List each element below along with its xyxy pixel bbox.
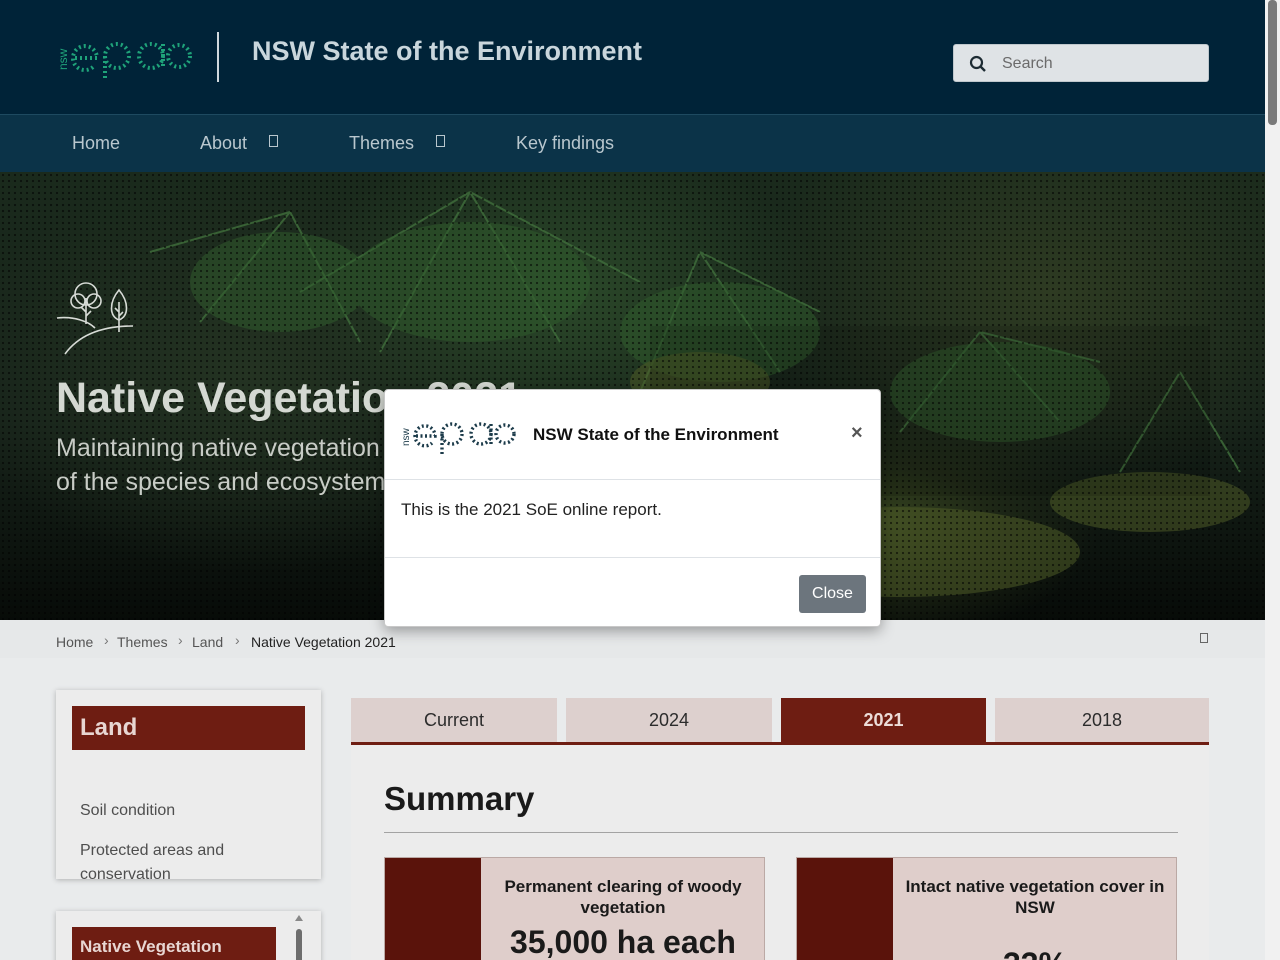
modal-title: NSW State of the Environment: [533, 425, 779, 444]
modal-message: This is the 2021 SoE online report.: [401, 500, 662, 519]
modal-header: nsw NSW State of the Environment ×: [385, 390, 880, 480]
nsw-epa-logo: nsw: [401, 422, 516, 456]
close-button[interactable]: Close: [799, 575, 866, 613]
page-scrollbar[interactable]: [1265, 0, 1280, 960]
page-scroll-thumb[interactable]: [1268, 0, 1277, 125]
close-icon[interactable]: ×: [851, 423, 863, 443]
svg-text:nsw: nsw: [401, 427, 412, 446]
info-modal: nsw NSW State of the Environment × This …: [384, 389, 881, 627]
page: nsw NSW State of the Environment Home Ab…: [0, 0, 1280, 960]
page-content: nsw NSW State of the Environment Home Ab…: [0, 0, 1265, 960]
modal-footer: Close: [385, 557, 880, 627]
